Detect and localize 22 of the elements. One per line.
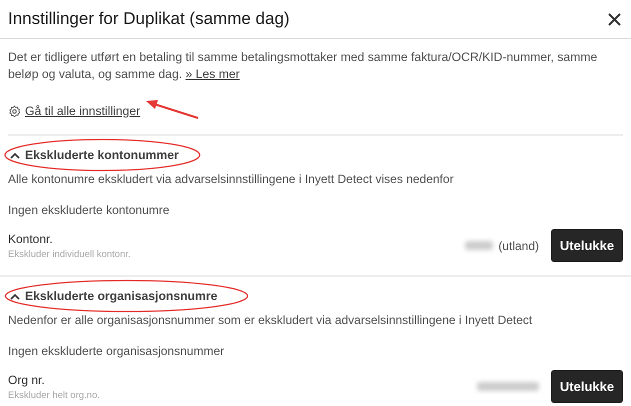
empty-message: Ingen ekskluderte organisasjonsnummer <box>8 344 226 358</box>
dialog-title: Innstillinger for Duplikat (samme dag) <box>8 9 290 29</box>
exclude-button[interactable]: Utelukke <box>551 370 623 403</box>
description: Det er tidligere utført en betaling til samme betalingsmottaker med samme faktura/OCR/KID-nummer, samme beløp og valuta, og samme dag. » Les mer <box>8 49 598 83</box>
read-more-link[interactable]: » Les mer <box>186 67 240 81</box>
annotation-arrow <box>144 98 200 120</box>
section-description: Nedenfor er alle organisasjonsnummer som er ekskludert via advarselsinnstillingene i Inyett Detect <box>8 313 534 327</box>
empty-message: Ingen ekskluderte kontonumre <box>8 203 170 217</box>
redacted-value <box>465 241 494 250</box>
settings-link[interactable]: Gå til alle innstillinger <box>25 102 140 120</box>
close-icon[interactable] <box>608 12 621 26</box>
field-hint: Ekskluder individuell kontonr. <box>8 248 131 260</box>
redacted-value <box>477 382 539 391</box>
chevron-up-icon[interactable] <box>10 152 20 158</box>
field-label: Kontonr. <box>8 232 54 246</box>
exclude-button[interactable]: Utelukke <box>551 229 623 262</box>
chevron-up-icon[interactable] <box>10 292 20 300</box>
section-description: Alle kontonumre ekskludert via advarselsinnstillingene i Inyett Detect vises nedenfor <box>8 172 455 186</box>
settings-icon <box>8 104 21 118</box>
field-label: Org nr. <box>8 372 46 386</box>
field-hint: Ekskluder helt org.no. <box>8 390 100 400</box>
field-suffix: (utland) <box>498 238 539 252</box>
